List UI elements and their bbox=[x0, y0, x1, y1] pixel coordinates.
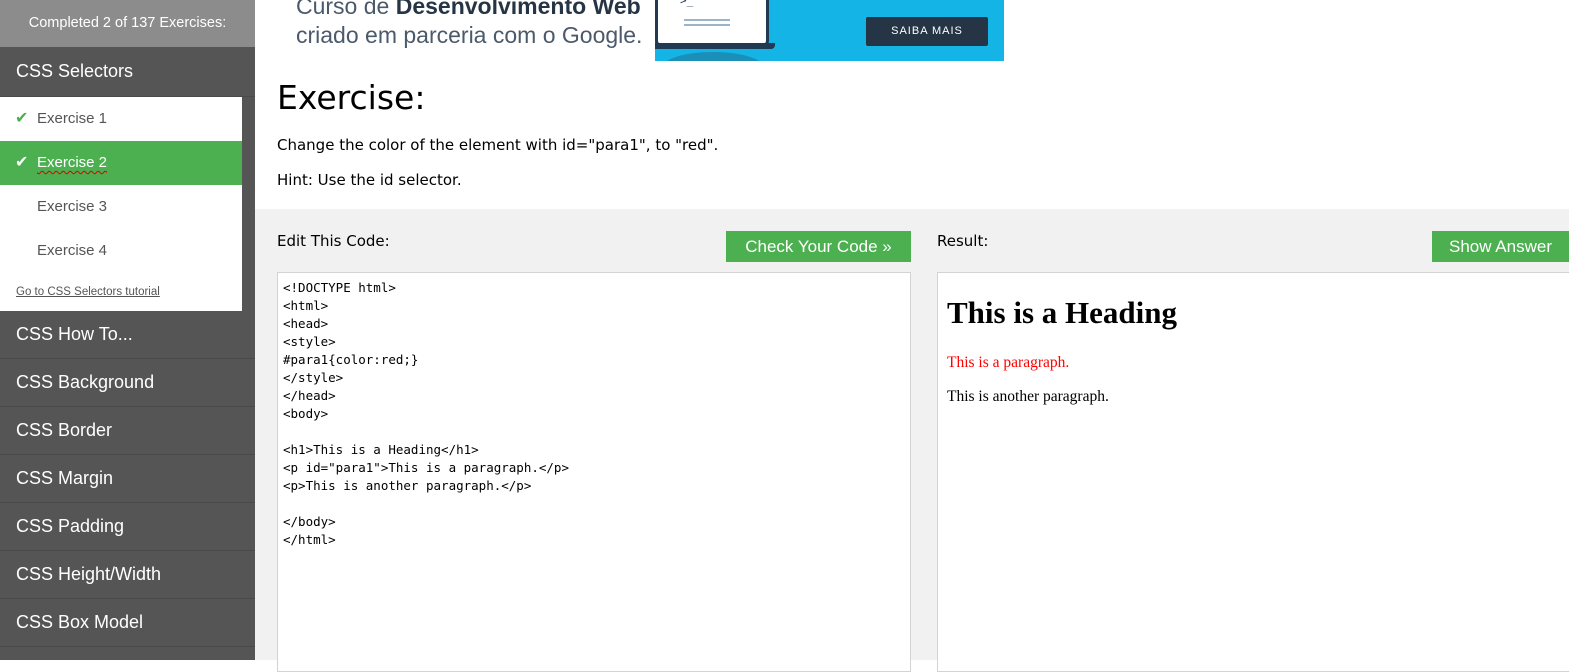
checkmark-icon: ✔ bbox=[15, 110, 29, 127]
result-frame: This is a Heading This is a paragraph. T… bbox=[937, 272, 1569, 672]
sidebar-item-css-margin[interactable]: CSS Margin bbox=[0, 455, 255, 503]
tutorial-link[interactable]: Go to CSS Selectors tutorial bbox=[0, 273, 242, 311]
banner-graphic: >_ SAIBA MAIS bbox=[655, 0, 1004, 61]
exercise-workarea: Edit This Code: Check Your Code » <!DOCT… bbox=[255, 209, 1569, 672]
sidebar: Completed 2 of 137 Exercises: CSS Select… bbox=[0, 0, 255, 660]
laptop-base bbox=[655, 43, 775, 49]
sidebar-item-css-box-model[interactable]: CSS Box Model bbox=[0, 599, 255, 647]
result-paragraph: This is another paragraph. bbox=[947, 388, 1109, 405]
sidebar-item-css-background[interactable]: CSS Background bbox=[0, 359, 255, 407]
sidebar-section-css-selectors[interactable]: CSS Selectors bbox=[0, 47, 255, 97]
banner-line2: criado em parceria com o Google. bbox=[296, 22, 643, 48]
show-answer-button[interactable]: Show Answer bbox=[1432, 231, 1569, 262]
exercise-label: Exercise 1 bbox=[37, 110, 108, 127]
code-editor[interactable]: <!DOCTYPE html> <html> <head> <style> #p… bbox=[277, 272, 911, 672]
code-lines-icon bbox=[684, 19, 730, 21]
sidebar-item-css-padding[interactable]: CSS Padding bbox=[0, 503, 255, 551]
ad-banner[interactable]: Curso de Desenvolvimento Web criado em p… bbox=[255, 0, 1004, 61]
result-paragraph-red: This is a paragraph. bbox=[947, 354, 1070, 371]
check-code-button[interactable]: Check Your Code » bbox=[726, 231, 911, 262]
editor-label: Edit This Code: bbox=[277, 232, 390, 250]
exercise-item-4[interactable]: Exercise 4 bbox=[0, 229, 242, 273]
banner-line1-bold: Desenvolvimento Web bbox=[395, 0, 641, 19]
sidebar-item-css-height-width[interactable]: CSS Height/Width bbox=[0, 551, 255, 599]
exercise-label: Exercise 2 bbox=[37, 154, 108, 171]
banner-line1-prefix: Curso de bbox=[296, 0, 396, 19]
exercise-item-3[interactable]: Exercise 3 bbox=[0, 185, 242, 229]
exercise-hint: Hint: Use the id selector. bbox=[277, 171, 462, 189]
exercise-label: Exercise 4 bbox=[37, 242, 108, 259]
exercise-instruction: Change the color of the element with id=… bbox=[277, 136, 719, 154]
laptop-icon: >_ bbox=[655, 0, 769, 46]
banner-text: Curso de Desenvolvimento Web criado em p… bbox=[296, 0, 642, 50]
checkmark-icon: ✔ bbox=[15, 154, 29, 171]
result-heading: This is a Heading bbox=[947, 295, 1177, 330]
result-label: Result: bbox=[937, 232, 989, 250]
exercise-item-2[interactable]: ✔ Exercise 2 bbox=[0, 141, 242, 185]
terminal-prompt: >_ bbox=[680, 0, 694, 7]
laptop-shadow bbox=[663, 52, 763, 61]
exercise-title: Exercise: bbox=[277, 78, 426, 117]
sidebar-item-css-how-to[interactable]: CSS How To... bbox=[0, 311, 255, 359]
sidebar-item-css-border[interactable]: CSS Border bbox=[0, 407, 255, 455]
exercise-list: ✔ Exercise 1 ✔ Exercise 2 Exercise 3 Exe… bbox=[0, 97, 242, 311]
exercise-label: Exercise 3 bbox=[37, 198, 108, 215]
code-text[interactable]: <!DOCTYPE html> <html> <head> <style> #p… bbox=[278, 273, 910, 555]
exercise-item-1[interactable]: ✔ Exercise 1 bbox=[0, 97, 242, 141]
progress-text: Completed 2 of 137 Exercises: bbox=[0, 0, 255, 47]
saiba-mais-button[interactable]: SAIBA MAIS bbox=[866, 17, 988, 46]
